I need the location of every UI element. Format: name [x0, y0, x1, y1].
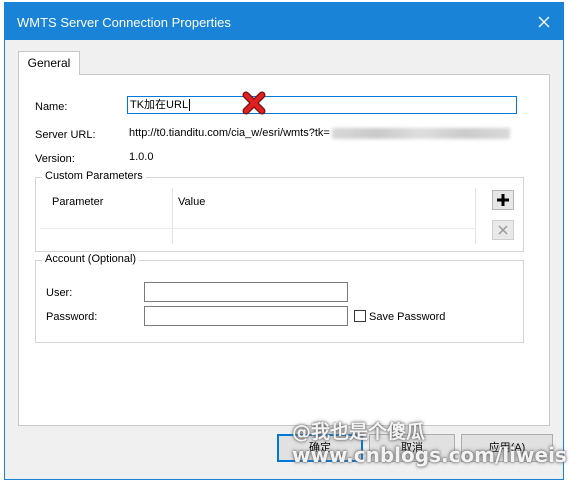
window-title: WMTS Server Connection Properties	[17, 15, 231, 30]
parameters-grid[interactable]: Parameter Value	[40, 186, 476, 246]
title-bar[interactable]: WMTS Server Connection Properties	[5, 3, 563, 40]
close-icon[interactable]	[531, 9, 557, 35]
version-value: 1.0.0	[129, 151, 154, 163]
version-label: Version:	[35, 153, 75, 165]
save-password-label: Save Password	[369, 311, 446, 323]
server-url-value: http://t0.tianditu.com/cia_w/esri/wmts?t…	[129, 127, 510, 139]
account-title: Account (Optional)	[42, 253, 140, 265]
server-url-text: http://t0.tianditu.com/cia_w/esri/wmts?t…	[129, 127, 330, 139]
general-panel: Name: TK加在URL Server URL: http://t0.tian…	[18, 74, 550, 426]
save-password-checkbox[interactable]	[354, 310, 366, 322]
name-label: Name:	[35, 101, 68, 113]
red-x-icon	[241, 90, 267, 119]
plus-icon	[497, 194, 509, 206]
redacted-token	[331, 127, 510, 139]
password-label: Password:	[46, 311, 98, 323]
account-group: Account (Optional) User: Password: Save …	[35, 253, 524, 343]
ok-button[interactable]: 确定	[277, 434, 363, 462]
custom-parameters-title: Custom Parameters	[42, 170, 146, 182]
tab-general[interactable]: General	[18, 51, 80, 75]
remove-icon	[498, 225, 508, 235]
column-divider	[172, 188, 173, 244]
remove-parameter-button[interactable]	[492, 220, 514, 240]
text-caret	[189, 99, 191, 112]
server-url-label: Server URL:	[35, 129, 96, 141]
user-input[interactable]	[144, 282, 348, 302]
apply-button[interactable]: 应用(A)	[461, 434, 553, 462]
column-header-parameter: Parameter	[52, 196, 104, 208]
name-input[interactable]: TK加在URL	[127, 96, 517, 114]
password-input[interactable]	[144, 306, 348, 326]
add-parameter-button[interactable]	[492, 190, 514, 210]
cancel-button[interactable]: 取消	[369, 434, 455, 462]
grid-row-line	[40, 228, 476, 229]
user-label: User:	[46, 287, 73, 299]
column-header-value: Value	[178, 196, 206, 208]
name-input-value: TK加在URL	[130, 99, 189, 111]
custom-parameters-group: Custom Parameters Parameter Value	[35, 170, 524, 252]
grid-right-edge	[475, 188, 476, 244]
dialog-window: WMTS Server Connection Properties Genera…	[4, 2, 564, 480]
